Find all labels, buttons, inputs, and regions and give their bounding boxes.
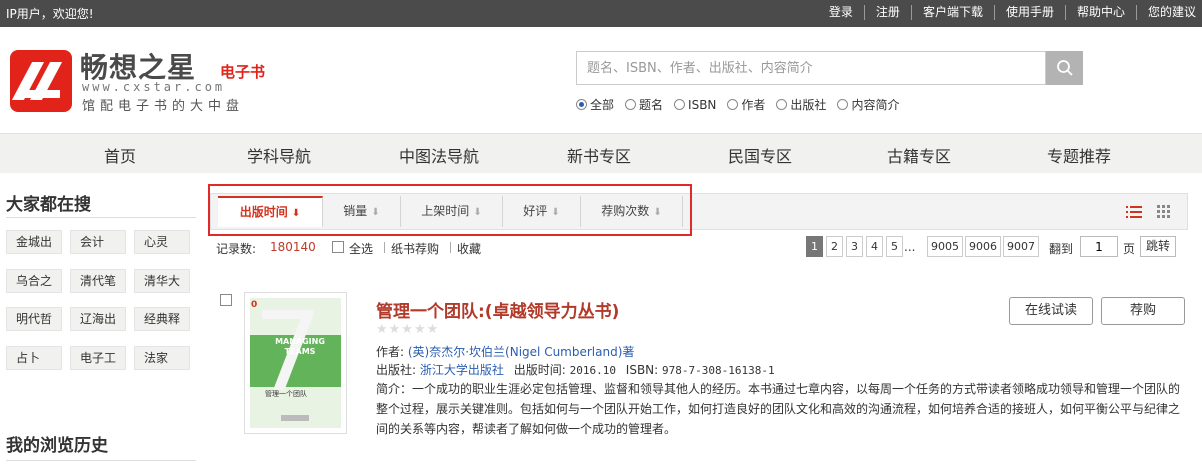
radio-dot-icon [837, 99, 849, 110]
recommend-buy-button[interactable]: 荐购 [1101, 297, 1185, 325]
book-cover[interactable]: 7 MANAGING TEAMS 管理一个团队 [244, 292, 347, 434]
page-9007[interactable]: 9007 [1003, 236, 1039, 257]
brand-logo-icon[interactable] [10, 50, 72, 112]
popular-tag[interactable]: 占卜 [6, 346, 62, 370]
favorite-link[interactable]: 收藏 [457, 240, 481, 257]
divider [6, 460, 196, 461]
popular-tag[interactable]: 清代笔 [70, 269, 126, 293]
pubdate-value: 2016.10 [569, 364, 616, 377]
radio-dot-icon [674, 99, 686, 110]
nav-subject[interactable]: 学科导航 [247, 143, 311, 167]
goto-label: 翻到 [1049, 242, 1074, 256]
popular-tag[interactable]: 金城出 [6, 230, 62, 254]
record-count-label: 记录数: [216, 242, 257, 256]
select-all-label[interactable]: 全选 [349, 240, 373, 257]
top-bar: IP用户，欢迎您! 登录 注册 客户端下载 使用手册 帮助中心 您的建议 [0, 0, 1202, 27]
client-download-link[interactable]: 客户端下载 [910, 5, 994, 20]
radio-dot-icon [576, 99, 587, 110]
page-4[interactable]: 4 [866, 236, 883, 257]
radio-dot-icon [727, 99, 739, 110]
page-unit-label: 页 [1123, 242, 1136, 256]
main-nav: 首页 学科导航 中图法导航 新书专区 民国专区 古籍专区 专题推荐 [0, 133, 1202, 173]
nav-ancient[interactable]: 古籍专区 [887, 143, 951, 167]
popular-search-title: 大家都在搜 [6, 195, 91, 215]
brand-url: www.cxstar.com [82, 80, 226, 94]
popular-tag[interactable]: 心灵 [134, 230, 190, 254]
nav-topics[interactable]: 专题推荐 [1047, 143, 1111, 167]
goto-button[interactable]: 跳转 [1140, 236, 1176, 257]
book-author-line: 作者: (英)奈杰尔·坎伯兰(Nigel Cumberland)著 [376, 345, 635, 359]
page-9005[interactable]: 9005 [927, 236, 963, 257]
greeting-text: IP用户，欢迎您! [6, 7, 94, 21]
book-title[interactable]: 管理一个团队:(卓越领导力丛书) [376, 297, 619, 322]
popular-tag[interactable]: 电子工 [70, 346, 126, 370]
search-input[interactable] [576, 51, 1046, 85]
select-all-checkbox[interactable] [332, 241, 344, 253]
brand-sub: 电子书 [220, 63, 266, 81]
popular-tag[interactable]: 清华大 [134, 269, 190, 293]
manual-link[interactable]: 使用手册 [993, 5, 1065, 20]
login-link[interactable]: 登录 [818, 5, 864, 20]
publisher-link[interactable]: 浙江大学出版社 [420, 363, 504, 377]
nav-home[interactable]: 首页 [104, 143, 136, 167]
page-3[interactable]: 3 [846, 236, 863, 257]
divider [6, 217, 196, 218]
feedback-link[interactable]: 您的建议 [1135, 5, 1196, 20]
popular-tag[interactable]: 会计 [70, 230, 126, 254]
popular-tag[interactable]: 经典释 [134, 307, 190, 331]
book-summary: 简介：一个成功的职业生涯必定包括管理、监督和领导其他人的经历。本书通过七章内容，… [376, 382, 1181, 436]
rating-stars-icon: ★★★★★ [376, 322, 440, 337]
search-button[interactable] [1046, 51, 1083, 85]
author-link[interactable]: (英)奈杰尔·坎伯兰(Nigel Cumberland)著 [408, 345, 635, 359]
goto-page-input[interactable] [1080, 236, 1118, 257]
page-9006[interactable]: 9006 [965, 236, 1001, 257]
nav-new-books[interactable]: 新书专区 [567, 143, 631, 167]
divider [384, 242, 385, 253]
grid-view-icon[interactable] [1157, 205, 1171, 219]
page-2[interactable]: 2 [826, 236, 843, 257]
nav-republic[interactable]: 民国专区 [728, 143, 792, 167]
paper-recommend-link[interactable]: 纸书荐购 [391, 240, 439, 257]
cover-cn-title: 管理一个团队 [265, 390, 307, 398]
radio-summary[interactable]: 内容简介 [837, 96, 899, 113]
divider [450, 242, 451, 253]
header: 畅想之星 电子书 www.cxstar.com 馆配电子书的大中盘 全部 题名 … [0, 27, 1202, 133]
register-link[interactable]: 注册 [863, 5, 911, 20]
book-select-checkbox[interactable] [220, 294, 232, 306]
help-center-link[interactable]: 帮助中心 [1064, 5, 1136, 20]
top-links: 登录 注册 客户端下载 使用手册 帮助中心 您的建议 [818, 5, 1196, 20]
radio-title[interactable]: 题名 [625, 96, 663, 113]
nav-clc[interactable]: 中图法导航 [399, 143, 479, 167]
radio-author[interactable]: 作者 [727, 96, 765, 113]
popular-tag[interactable]: 乌合之 [6, 269, 62, 293]
radio-all[interactable]: 全部 [576, 96, 614, 113]
brand-slogan: 馆配电子书的大中盘 [82, 99, 245, 114]
cover-title: MANAGING TEAMS [275, 337, 325, 356]
page-1[interactable]: 1 [806, 236, 823, 257]
book-publisher-line: 出版社: 浙江大学出版社 出版时间: 2016.10 ISBN: 978-7-3… [376, 363, 775, 377]
popular-tag[interactable]: 明代哲 [6, 307, 62, 331]
radio-dot-icon [776, 99, 788, 110]
record-count: 180140 [270, 240, 316, 254]
popular-tag[interactable]: 法家 [134, 346, 190, 370]
online-preview-button[interactable]: 在线试读 [1009, 297, 1093, 325]
book-badge: 0 [251, 300, 258, 310]
sort-highlight-box [208, 184, 692, 236]
radio-isbn[interactable]: ISBN [674, 96, 716, 113]
search-icon [1057, 60, 1073, 76]
isbn-value: 978-7-308-16138-1 [662, 364, 775, 377]
page-5[interactable]: 5 [886, 236, 903, 257]
pager-ellipsis: ... [904, 240, 916, 254]
list-view-icon[interactable] [1126, 205, 1142, 219]
search-scope-options: 全部 题名 ISBN 作者 出版社 内容简介 [576, 96, 910, 113]
browse-history-title: 我的浏览历史 [6, 436, 108, 456]
radio-dot-icon [625, 99, 637, 110]
radio-publisher[interactable]: 出版社 [776, 96, 826, 113]
popular-tag[interactable]: 辽海出 [70, 307, 126, 331]
